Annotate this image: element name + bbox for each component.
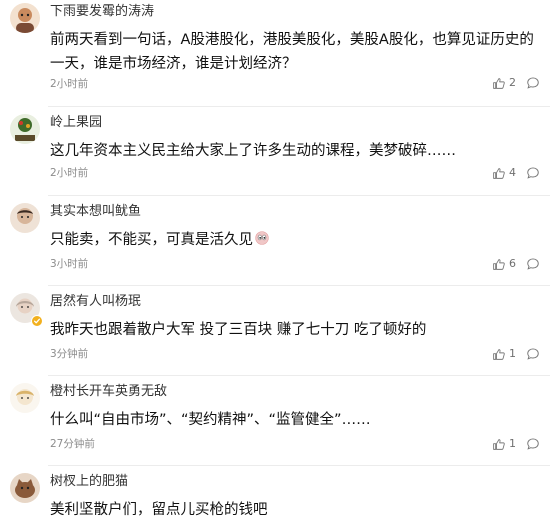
comment-text: 前两天看到一句话，A股港股化，港股美股化，美股A股化，也算见证历史的一天，谁是市… bbox=[50, 32, 534, 72]
comment-bubble-icon bbox=[527, 167, 539, 179]
like-count: 6 bbox=[509, 257, 516, 270]
comment-text: 美利坚散户们，留点儿买枪的钱吧 bbox=[50, 502, 268, 518]
like-button[interactable]: 4 bbox=[492, 165, 516, 181]
comment-username[interactable]: 其实本想叫鱿鱼 bbox=[50, 203, 141, 221]
avatar[interactable] bbox=[10, 114, 40, 144]
avatar[interactable] bbox=[10, 383, 40, 413]
comment-username[interactable]: 居然有人叫杨珉 bbox=[50, 293, 141, 311]
comment-text: 我昨天也跟着散户大军 投了三百块 赚了七十刀 吃了顿好的 bbox=[50, 322, 427, 338]
comment-time: 2小时前 bbox=[50, 78, 89, 90]
reply-button[interactable] bbox=[526, 166, 540, 180]
comment-username[interactable]: 橙村长开车英勇无敌 bbox=[50, 383, 167, 401]
comment-time: 27分钟前 bbox=[50, 438, 95, 450]
comment-username[interactable]: 树杈上的肥猫 bbox=[50, 473, 128, 491]
reply-button[interactable] bbox=[526, 257, 540, 271]
checkmark-icon bbox=[33, 318, 41, 324]
verified-badge bbox=[31, 315, 43, 327]
thumbs-up-icon bbox=[493, 348, 505, 360]
avatar-image bbox=[10, 473, 40, 503]
like-count: 4 bbox=[509, 166, 516, 179]
thumbs-up-icon bbox=[493, 438, 505, 450]
comment-bubble-icon bbox=[527, 258, 539, 270]
thumbs-up-icon bbox=[493, 167, 505, 179]
like-button[interactable]: 6 bbox=[492, 256, 516, 272]
comment-item: 橙村长开车英勇无敌 什么叫“自由市场”、“契约精神”、“监管健全”…… 27分钟… bbox=[0, 375, 550, 453]
thumbs-up-icon bbox=[493, 77, 505, 89]
comment-text: 只能卖，不能买，可真是活久见 bbox=[50, 228, 540, 252]
avatar-image bbox=[10, 3, 40, 33]
comment-time: 3分钟前 bbox=[50, 348, 89, 360]
like-button[interactable]: 2 bbox=[492, 75, 516, 91]
avatar[interactable] bbox=[10, 3, 40, 33]
comment-item: 居然有人叫杨珉 我昨天也跟着散户大军 投了三百块 赚了七十刀 吃了顿好的 3分钟… bbox=[0, 285, 550, 363]
like-button[interactable]: 1 bbox=[492, 436, 516, 452]
comment-bubble-icon bbox=[527, 348, 539, 360]
avatar-image bbox=[10, 383, 40, 413]
comment-username[interactable]: 下雨要发霉的涛涛 bbox=[50, 3, 154, 21]
comment-text: 这几年资本主义民主给大家上了许多生动的课程，美梦破碎…… bbox=[50, 143, 456, 159]
avatar[interactable] bbox=[10, 203, 40, 233]
comment-item: 岭上果园 这几年资本主义民主给大家上了许多生动的课程，美梦破碎…… 2小时前 4 bbox=[0, 106, 550, 184]
comment-item: 树杈上的肥猫 美利坚散户们，留点儿买枪的钱吧 bbox=[0, 465, 550, 528]
comment-list: 下雨要发霉的涛涛 前两天看到一句话，A股港股化，港股美股化，美股A股化，也算见证… bbox=[0, 0, 550, 528]
reply-button[interactable] bbox=[526, 76, 540, 90]
comment-item: 下雨要发霉的涛涛 前两天看到一句话，A股港股化，港股美股化，美股A股化，也算见证… bbox=[0, 3, 550, 93]
comment-bubble-icon bbox=[527, 438, 539, 450]
reply-button[interactable] bbox=[526, 347, 540, 361]
comment-text: 什么叫“自由市场”、“契约精神”、“监管健全”…… bbox=[50, 412, 371, 428]
like-button[interactable]: 1 bbox=[492, 346, 516, 362]
reply-button[interactable] bbox=[526, 437, 540, 451]
avatar-image bbox=[10, 114, 40, 144]
comment-time: 2小时前 bbox=[50, 167, 89, 179]
comment-bubble-icon bbox=[527, 77, 539, 89]
avatar[interactable] bbox=[10, 473, 40, 503]
like-count: 1 bbox=[509, 437, 516, 450]
like-count: 1 bbox=[509, 347, 516, 360]
eyes-emoji-icon bbox=[255, 231, 269, 245]
comment-username[interactable]: 岭上果园 bbox=[50, 114, 102, 132]
avatar-image bbox=[10, 203, 40, 233]
like-count: 2 bbox=[509, 76, 516, 89]
thumbs-up-icon bbox=[493, 258, 505, 270]
comment-item: 其实本想叫鱿鱼 只能卖，不能买，可真是活久见 3小时前 6 bbox=[0, 195, 550, 273]
comment-time: 3小时前 bbox=[50, 258, 89, 270]
comment-text-body: 只能卖，不能买，可真是活久见 bbox=[50, 232, 253, 248]
